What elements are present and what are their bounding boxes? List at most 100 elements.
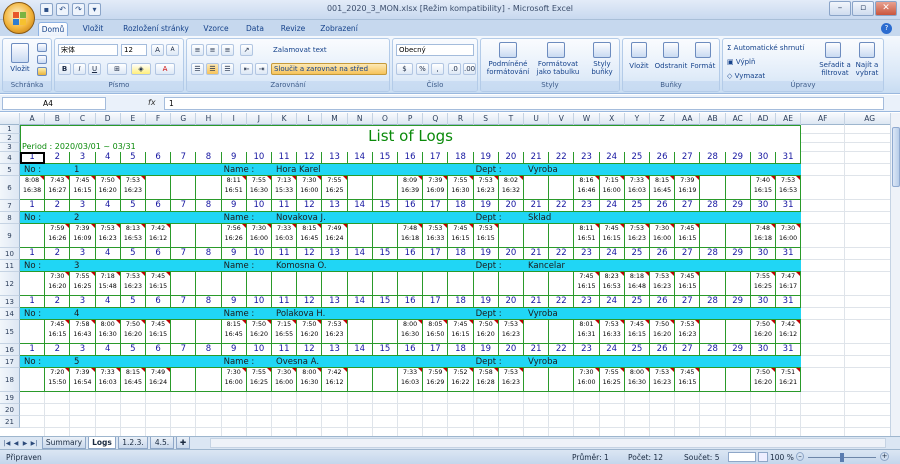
log-cell[interactable] [549, 320, 575, 343]
zoom-out-icon[interactable]: – [796, 452, 804, 461]
column-header[interactable]: F [146, 113, 172, 125]
wrap-text-button[interactable]: Zalamovat text [273, 46, 383, 54]
day-cell[interactable]: 22 [549, 248, 575, 260]
day-cell[interactable]: 17 [423, 248, 449, 260]
log-cell[interactable]: 7:42 16:12 [322, 368, 348, 391]
column-header[interactable]: P [398, 113, 424, 125]
day-cell[interactable]: 15 [372, 152, 398, 164]
day-cell[interactable]: 15 [372, 344, 398, 356]
decrease-indent-icon[interactable]: ⇤ [240, 63, 253, 75]
align-right-icon[interactable]: ☰ [221, 63, 234, 75]
day-cell[interactable]: 4 [95, 344, 121, 356]
day-cell[interactable]: 6 [146, 248, 172, 260]
paste-button[interactable]: Vložit [7, 65, 33, 73]
log-cell[interactable]: 7:49 16:24 [146, 368, 172, 391]
row-header[interactable]: 20 [0, 404, 20, 416]
day-cell[interactable]: 25 [624, 296, 650, 308]
log-cell[interactable] [347, 368, 373, 391]
log-cell[interactable]: 7:15 16:00 [599, 176, 625, 199]
log-cell[interactable]: 7:45 16:15 [599, 224, 625, 247]
tab-domu[interactable]: Domů [38, 22, 68, 36]
insert-function-icon[interactable]: fx [148, 98, 156, 107]
column-header[interactable]: V [549, 113, 575, 125]
log-cell[interactable] [700, 176, 726, 199]
day-cell[interactable]: 13 [322, 152, 348, 164]
day-cell[interactable]: 1 [20, 344, 46, 356]
day-cell[interactable]: 4 [95, 248, 121, 260]
log-cell[interactable]: 7:50 16:20 [120, 320, 146, 343]
day-cell[interactable]: 13 [322, 248, 348, 260]
log-cell[interactable]: 7:53 16:23 [650, 368, 676, 391]
day-cell[interactable]: 1 [20, 200, 46, 212]
log-cell[interactable]: 7:48 16:18 [398, 224, 424, 247]
close-button[interactable]: ✕ [875, 1, 897, 16]
vertical-scrollbar[interactable] [890, 113, 900, 436]
day-cell[interactable]: 9 [221, 248, 247, 260]
log-cell[interactable]: 7:55 16:30 [448, 176, 474, 199]
shrink-font-icon[interactable]: A [166, 44, 179, 56]
log-cell[interactable] [372, 368, 398, 391]
day-cell[interactable]: 31 [776, 296, 802, 308]
day-cell[interactable]: 10 [246, 200, 272, 212]
day-cell[interactable]: 24 [599, 296, 625, 308]
day-cell[interactable]: 30 [750, 200, 776, 212]
sort-filter-button[interactable]: Seřadit a filtrovat [817, 61, 853, 77]
day-cell[interactable]: 14 [347, 248, 373, 260]
log-cell[interactable] [473, 272, 499, 295]
log-cell[interactable] [549, 224, 575, 247]
log-cell[interactable]: 7:53 16:33 [599, 320, 625, 343]
log-cell[interactable] [171, 272, 197, 295]
day-cell[interactable]: 18 [448, 200, 474, 212]
day-cell[interactable]: 8 [196, 344, 222, 356]
log-cell[interactable] [347, 224, 373, 247]
day-cell[interactable]: 11 [272, 152, 298, 164]
log-cell[interactable]: 7:33 16:03 [272, 224, 298, 247]
column-header[interactable]: Y [625, 113, 650, 125]
log-cell[interactable]: 7:45 16:15 [675, 272, 701, 295]
row-header[interactable]: 18 [0, 368, 20, 392]
log-cell[interactable]: 8:05 16:50 [423, 320, 449, 343]
log-cell[interactable] [171, 176, 197, 199]
log-cell[interactable] [246, 272, 272, 295]
day-cell[interactable]: 21 [524, 248, 550, 260]
day-cell[interactable]: 10 [246, 344, 272, 356]
log-cell[interactable]: 7:53 16:53 [776, 176, 802, 199]
log-cell[interactable]: 7:53 16:33 [423, 224, 449, 247]
column-header[interactable]: AA [675, 113, 701, 125]
log-cell[interactable]: 7:50 16:20 [750, 320, 776, 343]
day-cell[interactable]: 31 [776, 248, 802, 260]
log-cell[interactable] [297, 272, 323, 295]
day-cell[interactable]: 27 [675, 248, 701, 260]
day-cell[interactable]: 7 [171, 248, 197, 260]
row-header[interactable]: 13 [0, 296, 20, 308]
row-header[interactable]: 10 [0, 248, 20, 260]
number-format-select[interactable]: Obecný [396, 44, 474, 56]
day-cell[interactable]: 20 [498, 296, 524, 308]
log-cell[interactable] [146, 176, 172, 199]
day-cell[interactable]: 25 [624, 248, 650, 260]
log-cell[interactable]: 7:53 16:23 [120, 272, 146, 295]
log-cell[interactable]: 8:00 16:30 [624, 368, 650, 391]
log-cell[interactable]: 7:53 16:23 [120, 176, 146, 199]
column-header[interactable]: M [322, 113, 348, 125]
log-cell[interactable]: 8:11 16:51 [221, 176, 247, 199]
formula-input[interactable]: 1 [164, 97, 884, 110]
log-cell[interactable]: 7:53 16:23 [473, 176, 499, 199]
day-cell[interactable]: 20 [498, 344, 524, 356]
log-cell[interactable]: 7:50 16:20 [650, 320, 676, 343]
day-cell[interactable]: 12 [297, 344, 323, 356]
log-cell[interactable] [272, 272, 298, 295]
column-header[interactable]: J [247, 113, 272, 125]
day-cell[interactable]: 29 [725, 200, 751, 212]
log-cell[interactable]: 8:15 16:45 [221, 320, 247, 343]
log-cell[interactable]: 8:15 16:45 [297, 224, 323, 247]
log-cell[interactable] [20, 224, 46, 247]
day-cell[interactable]: 3 [70, 344, 96, 356]
tab-vzorce[interactable]: Vzorce [198, 22, 234, 36]
log-cell[interactable]: 8:16 16:46 [574, 176, 600, 199]
zoom-in-icon[interactable]: + [880, 452, 889, 461]
log-cell[interactable] [524, 224, 550, 247]
log-cell[interactable]: 7:49 16:24 [322, 224, 348, 247]
day-cell[interactable]: 3 [70, 296, 96, 308]
log-cell[interactable]: 7:55 16:25 [70, 272, 96, 295]
